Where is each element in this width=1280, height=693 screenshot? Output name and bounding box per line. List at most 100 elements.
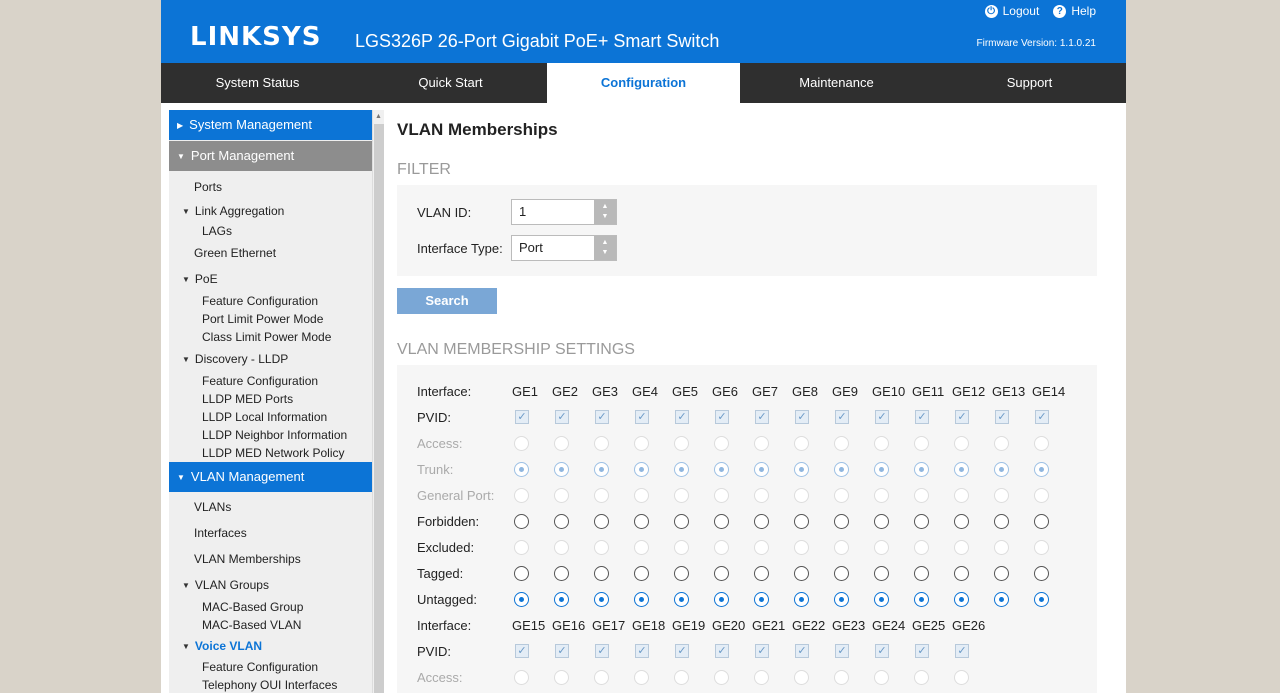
- general-port-radio[interactable]: [1034, 488, 1049, 503]
- tagged-radio[interactable]: [754, 566, 769, 581]
- trunk-radio[interactable]: [754, 462, 769, 477]
- sidebar-item-lldp-neighbor-information[interactable]: LLDP Neighbor Information: [169, 426, 372, 444]
- access-radio[interactable]: [634, 670, 649, 685]
- untagged-radio[interactable]: [794, 592, 809, 607]
- forbidden-radio[interactable]: [554, 514, 569, 529]
- untagged-radio[interactable]: [874, 592, 889, 607]
- sidebar-item-telephony-oui-interfaces[interactable]: Telephony OUI Interfaces: [169, 676, 372, 693]
- forbidden-radio[interactable]: [914, 514, 929, 529]
- sidebar-group-discovery-lldp[interactable]: ▼ Discovery - LLDP: [169, 346, 372, 372]
- pvid-checkbox[interactable]: ✓: [635, 410, 649, 424]
- general-port-radio[interactable]: [754, 488, 769, 503]
- pvid-checkbox[interactable]: ✓: [755, 644, 769, 658]
- untagged-radio[interactable]: [954, 592, 969, 607]
- pvid-checkbox[interactable]: ✓: [635, 644, 649, 658]
- excluded-radio[interactable]: [754, 540, 769, 555]
- sidebar-item-mac-based-group[interactable]: MAC-Based Group: [169, 598, 372, 616]
- excluded-radio[interactable]: [514, 540, 529, 555]
- trunk-radio[interactable]: [874, 462, 889, 477]
- sidebar-group-voice-vlan[interactable]: ▼ Voice VLAN: [169, 634, 372, 658]
- excluded-radio[interactable]: [874, 540, 889, 555]
- trunk-radio[interactable]: [994, 462, 1009, 477]
- sidebar-item-lldp-feature-configuration[interactable]: Feature Configuration: [169, 372, 372, 390]
- pvid-checkbox[interactable]: ✓: [675, 644, 689, 658]
- pvid-checkbox[interactable]: ✓: [515, 644, 529, 658]
- tab-support[interactable]: Support: [933, 63, 1126, 103]
- pvid-checkbox[interactable]: ✓: [915, 410, 929, 424]
- pvid-checkbox[interactable]: ✓: [835, 410, 849, 424]
- general-port-radio[interactable]: [594, 488, 609, 503]
- pvid-checkbox[interactable]: ✓: [1035, 410, 1049, 424]
- excluded-radio[interactable]: [674, 540, 689, 555]
- pvid-checkbox[interactable]: ✓: [955, 644, 969, 658]
- sidebar-item-lldp-med-network-policy[interactable]: LLDP MED Network Policy: [169, 444, 372, 462]
- excluded-radio[interactable]: [794, 540, 809, 555]
- pvid-checkbox[interactable]: ✓: [595, 644, 609, 658]
- access-radio[interactable]: [674, 670, 689, 685]
- help-link[interactable]: ? Help: [1053, 4, 1096, 18]
- untagged-radio[interactable]: [1034, 592, 1049, 607]
- trunk-radio[interactable]: [594, 462, 609, 477]
- scroll-up-icon[interactable]: ▲: [375, 113, 382, 120]
- excluded-radio[interactable]: [554, 540, 569, 555]
- sidebar-group-link-aggregation[interactable]: ▼ Link Aggregation: [169, 200, 372, 222]
- excluded-radio[interactable]: [634, 540, 649, 555]
- pvid-checkbox[interactable]: ✓: [555, 410, 569, 424]
- trunk-radio[interactable]: [634, 462, 649, 477]
- excluded-radio[interactable]: [994, 540, 1009, 555]
- untagged-radio[interactable]: [714, 592, 729, 607]
- forbidden-radio[interactable]: [954, 514, 969, 529]
- tagged-radio[interactable]: [874, 566, 889, 581]
- sidebar-item-lags[interactable]: LAGs: [169, 222, 372, 240]
- pvid-checkbox[interactable]: ✓: [715, 644, 729, 658]
- access-radio[interactable]: [714, 436, 729, 451]
- access-radio[interactable]: [994, 436, 1009, 451]
- sidebar-item-vlans[interactable]: VLANs: [169, 494, 372, 520]
- access-radio[interactable]: [674, 436, 689, 451]
- pvid-checkbox[interactable]: ✓: [595, 410, 609, 424]
- tagged-radio[interactable]: [594, 566, 609, 581]
- sidebar-item-green-ethernet[interactable]: Green Ethernet: [169, 240, 372, 266]
- tab-configuration[interactable]: Configuration: [547, 63, 740, 103]
- access-radio[interactable]: [914, 670, 929, 685]
- access-radio[interactable]: [514, 436, 529, 451]
- untagged-radio[interactable]: [594, 592, 609, 607]
- sidebar-section-system-management[interactable]: ▶ System Management: [169, 110, 372, 140]
- pvid-checkbox[interactable]: ✓: [715, 410, 729, 424]
- forbidden-radio[interactable]: [794, 514, 809, 529]
- general-port-radio[interactable]: [554, 488, 569, 503]
- access-radio[interactable]: [954, 436, 969, 451]
- pvid-checkbox[interactable]: ✓: [795, 644, 809, 658]
- access-radio[interactable]: [594, 436, 609, 451]
- trunk-radio[interactable]: [954, 462, 969, 477]
- excluded-radio[interactable]: [714, 540, 729, 555]
- sidebar-item-port-limit-power-mode[interactable]: Port Limit Power Mode: [169, 310, 372, 328]
- excluded-radio[interactable]: [1034, 540, 1049, 555]
- logout-link[interactable]: ⏻ Logout: [984, 4, 1039, 18]
- tagged-radio[interactable]: [554, 566, 569, 581]
- access-radio[interactable]: [634, 436, 649, 451]
- sidebar-item-class-limit-power-mode[interactable]: Class Limit Power Mode: [169, 328, 372, 346]
- untagged-radio[interactable]: [754, 592, 769, 607]
- general-port-radio[interactable]: [874, 488, 889, 503]
- excluded-radio[interactable]: [914, 540, 929, 555]
- vlan-id-select[interactable]: 1 ▲ ▼: [511, 199, 617, 225]
- sidebar-item-vlan-memberships[interactable]: VLAN Memberships: [169, 546, 372, 572]
- access-radio[interactable]: [954, 670, 969, 685]
- tagged-radio[interactable]: [914, 566, 929, 581]
- tab-quick-start[interactable]: Quick Start: [354, 63, 547, 103]
- untagged-radio[interactable]: [674, 592, 689, 607]
- untagged-radio[interactable]: [514, 592, 529, 607]
- access-radio[interactable]: [1034, 436, 1049, 451]
- interface-type-select[interactable]: Port ▲ ▼: [511, 235, 617, 261]
- sidebar-item-interfaces[interactable]: Interfaces: [169, 520, 372, 546]
- search-button[interactable]: Search: [397, 288, 497, 314]
- excluded-radio[interactable]: [594, 540, 609, 555]
- pvid-checkbox[interactable]: ✓: [955, 410, 969, 424]
- general-port-radio[interactable]: [634, 488, 649, 503]
- trunk-radio[interactable]: [794, 462, 809, 477]
- untagged-radio[interactable]: [554, 592, 569, 607]
- spinner-arrows-icon[interactable]: ▲ ▼: [594, 236, 616, 260]
- access-radio[interactable]: [874, 436, 889, 451]
- untagged-radio[interactable]: [914, 592, 929, 607]
